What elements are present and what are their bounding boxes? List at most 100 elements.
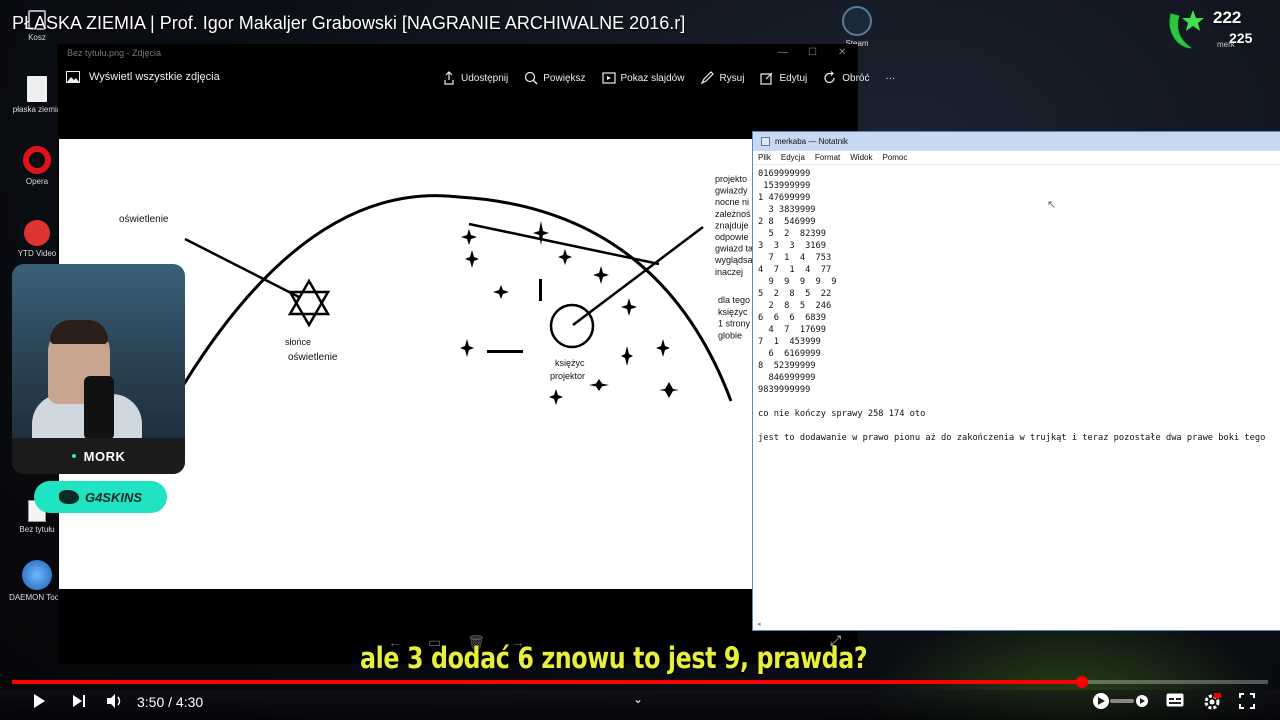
dome-arc — [179, 194, 733, 402]
more-options-button[interactable]: ··· — [885, 73, 895, 84]
more-icon: ··· — [885, 72, 896, 84]
light-line-left — [184, 237, 300, 299]
edit-label: Edytuj — [779, 72, 808, 84]
notepad-titlebar: merkaba — Notatnik — [753, 132, 1280, 151]
desktop-icon-label: płaska ziemia — [12, 105, 62, 114]
settings-gear-icon[interactable] — [1203, 693, 1222, 715]
notepad-line: 8 52399999 — [758, 361, 816, 371]
desktop-icon-label: Opera — [25, 177, 49, 186]
right-text-block-2: dla tego księżyc 1 stronyglobie — [718, 295, 751, 340]
desktop-icon-steam[interactable]: Steam — [822, 6, 892, 48]
notepad-line: 4 7 17699 — [758, 325, 826, 335]
time-current: 3:50 — [137, 694, 165, 710]
sun-star — [287, 278, 331, 328]
notepad-line: jest to dodawanie w prawo pionu aż do za… — [758, 433, 1266, 443]
volume-icon[interactable] — [106, 693, 124, 713]
desktop-icon-label: Kosz — [28, 33, 46, 42]
edit-button[interactable]: Edytuj — [760, 71, 807, 85]
close-icon[interactable]: ✕ — [838, 47, 846, 58]
progress-bar[interactable] — [12, 676, 1268, 688]
streamer-name-bar: MORK — [12, 438, 185, 474]
notepad-line: 0169999999 — [758, 169, 811, 179]
rotate-icon — [824, 71, 835, 84]
rotate-button[interactable]: Obróć — [823, 71, 869, 85]
drawing-text-line: projekto — [715, 174, 747, 184]
notepad-text-area[interactable]: 0169999999 153999999 1 47699999 3 3839999… — [753, 165, 1280, 444]
notepad-line: co nie kończy sprawy 258 174 oto — [758, 409, 926, 419]
zoom-button[interactable]: Powiększ — [524, 71, 586, 85]
menu-edycja[interactable]: Edycja — [781, 153, 805, 162]
channel-tag: merk — [1217, 40, 1235, 49]
notepad-line: 7 1 453999 — [758, 337, 821, 347]
menu-widok[interactable]: Widok — [850, 153, 872, 162]
autoplay-toggle-icon[interactable] — [1090, 692, 1148, 714]
menu-pomoc[interactable]: Pomoc — [882, 153, 907, 162]
chevron-down-icon[interactable]: ⌄ — [633, 692, 643, 706]
notepad-line: 6 6169999 — [758, 349, 821, 359]
fullscreen-icon[interactable] — [1239, 693, 1255, 713]
draw-icon — [701, 71, 715, 85]
drawing-text-line: znajduje — [715, 220, 749, 230]
panther-logo-icon — [58, 490, 79, 504]
view-all-photos-button[interactable]: Wyświetl wszystkie zdjęcia — [66, 71, 220, 83]
desktop-icon-label: YTD Video — [17, 249, 57, 258]
time-total: 4:30 — [175, 694, 204, 710]
file-icon — [27, 76, 47, 102]
notepad-icon — [761, 137, 770, 146]
drawing-text-line: gwiazdy — [715, 186, 748, 196]
notepad-line: 4 7 1 4 77 — [758, 265, 832, 275]
streamer-hair — [50, 320, 108, 344]
sponsor-text: G4SKINS — [84, 489, 143, 505]
menu-plik[interactable]: Plik — [758, 153, 771, 162]
notepad-window: merkaba — Notatnik Plik Edycja Format Wi… — [752, 131, 1280, 631]
drawing-text-line: 1 strony — [718, 319, 751, 329]
notepad-line: 9 9 9 9 9 — [758, 277, 837, 287]
steam-icon — [842, 6, 872, 36]
streamer-name: MORK — [83, 448, 126, 464]
maximize-icon[interactable]: ☐ — [808, 47, 817, 58]
notepad-line: 5 2 8 5 22 — [758, 289, 832, 299]
menu-format[interactable]: Format — [815, 153, 840, 162]
subtitles-icon[interactable] — [1166, 693, 1184, 711]
video-title[interactable]: PŁASKA ZIEMIA | Prof. Igor Makaljer Grab… — [12, 13, 685, 34]
photos-toolbar: Wyświetl wszystkie zdjęcia Udostępnij Po… — [58, 62, 895, 96]
drawing-text-line: nocne ni — [715, 197, 749, 207]
leaf-star-icon — [1169, 10, 1204, 49]
photos-titlebar: Bez tytułu.png - Zdjęcia — ☐ ✕ — [58, 44, 858, 62]
notepad-line — [758, 396, 1280, 408]
notepad-line: 2 8 5 246 — [758, 301, 832, 311]
play-icon[interactable] — [31, 693, 47, 713]
mouse-cursor-icon: ↖ — [1047, 199, 1057, 211]
drawing-text-line: dla tego — [718, 295, 750, 305]
drawing-text-line: gwiazd ta — [715, 244, 753, 254]
share-button[interactable]: Udostępnij — [442, 71, 508, 85]
zoom-icon — [525, 71, 538, 85]
video-subtitle: ale 3 dodać 6 znowu to jest 9, prawda? — [360, 641, 868, 675]
label-oswietlenie-sun: oświetlenie — [288, 352, 338, 363]
draw-label: Rysuj — [719, 72, 745, 84]
viewer-count-top: 222 — [1213, 8, 1242, 27]
notepad-line: 7 1 4 753 — [758, 253, 832, 263]
notepad-line: 846999999 — [758, 373, 816, 383]
webcam-overlay: MORK — [12, 264, 185, 474]
scroll-left-arrow-icon[interactable]: ◂ — [757, 620, 761, 628]
drawing-text-line: inaczej — [715, 267, 743, 277]
slideshow-button[interactable]: Pokaz slajdów — [601, 71, 684, 85]
progress-scrubber[interactable] — [1076, 676, 1089, 688]
drawing-text-line: odpowie — [715, 232, 749, 242]
notepad-title: merkaba — Notatnik — [775, 137, 848, 146]
share-icon — [444, 71, 454, 85]
notepad-line: 153999999 — [758, 181, 811, 191]
rotate-label: Obróć — [842, 72, 870, 84]
notepad-line: 3 3 3 3169 — [758, 241, 826, 251]
draw-button[interactable]: Rysuj — [700, 71, 744, 85]
next-video-icon[interactable] — [72, 693, 86, 713]
desktop-icon-label: DAEMON Tools — [9, 593, 65, 602]
label-projektor: projektor — [550, 371, 585, 381]
photos-window-title: Bez tytułu.png - Zdjęcia — [67, 48, 162, 58]
notepad-line — [758, 420, 1280, 432]
time-display: 3:50 / 4:30 — [137, 694, 203, 710]
minimize-icon[interactable]: — — [778, 47, 788, 58]
label-oswietlenie-top: oświetlenie — [119, 214, 169, 225]
notepad-line: 3 3839999 — [758, 205, 816, 215]
